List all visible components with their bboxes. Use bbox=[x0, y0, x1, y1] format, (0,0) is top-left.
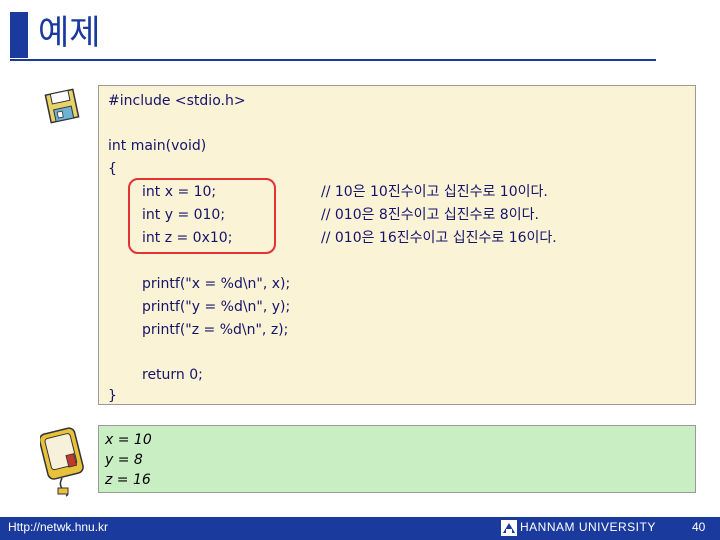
code-line-return: return 0; bbox=[142, 367, 203, 383]
page-title: 예제 bbox=[38, 13, 101, 53]
output-line-y: y = 8 bbox=[105, 452, 143, 468]
code-line-int-x: int x = 10; bbox=[142, 184, 217, 200]
code-line-int-z: int z = 0x10; bbox=[142, 230, 233, 246]
floppy-disk-icon bbox=[44, 88, 80, 124]
code-comment-x: // 10은 10진수이고 십진수로 10이다. bbox=[321, 184, 548, 200]
footer-url[interactable]: Http://netwk.hnu.kr bbox=[8, 520, 108, 534]
code-comment-z: // 010은 16진수이고 십진수로 16이다. bbox=[321, 230, 557, 246]
code-panel: #include <stdio.h> int main(void) { int … bbox=[98, 85, 696, 405]
code-line-printf-x: printf("x = %d\n", x); bbox=[142, 276, 291, 292]
code-line-printf-y: printf("y = %d\n", y); bbox=[142, 299, 291, 315]
page-number: 40 bbox=[692, 520, 706, 534]
footer-university-name: HANNAM UNIVERSITY bbox=[520, 520, 656, 534]
title-divider bbox=[10, 59, 656, 61]
monitor-icon bbox=[40, 427, 84, 497]
code-line-main: int main(void) bbox=[108, 138, 207, 154]
code-line-include: #include <stdio.h> bbox=[108, 93, 246, 109]
output-line-z: z = 16 bbox=[105, 472, 151, 488]
university-logo-icon bbox=[501, 520, 517, 536]
title-accent-bar bbox=[10, 12, 28, 58]
code-line-printf-z: printf("z = %d\n", z); bbox=[142, 322, 289, 338]
footer-bar: Http://netwk.hnu.kr HANNAM UNIVERSITY 40 bbox=[0, 517, 720, 540]
code-line-int-y: int y = 010; bbox=[142, 207, 226, 223]
output-line-x: x = 10 bbox=[105, 432, 152, 448]
output-panel: x = 10 y = 8 z = 16 bbox=[98, 425, 696, 493]
code-line-close-brace: } bbox=[108, 388, 117, 404]
code-comment-y: // 010은 8진수이고 십진수로 8이다. bbox=[321, 207, 539, 223]
code-line-open-brace: { bbox=[108, 161, 117, 177]
